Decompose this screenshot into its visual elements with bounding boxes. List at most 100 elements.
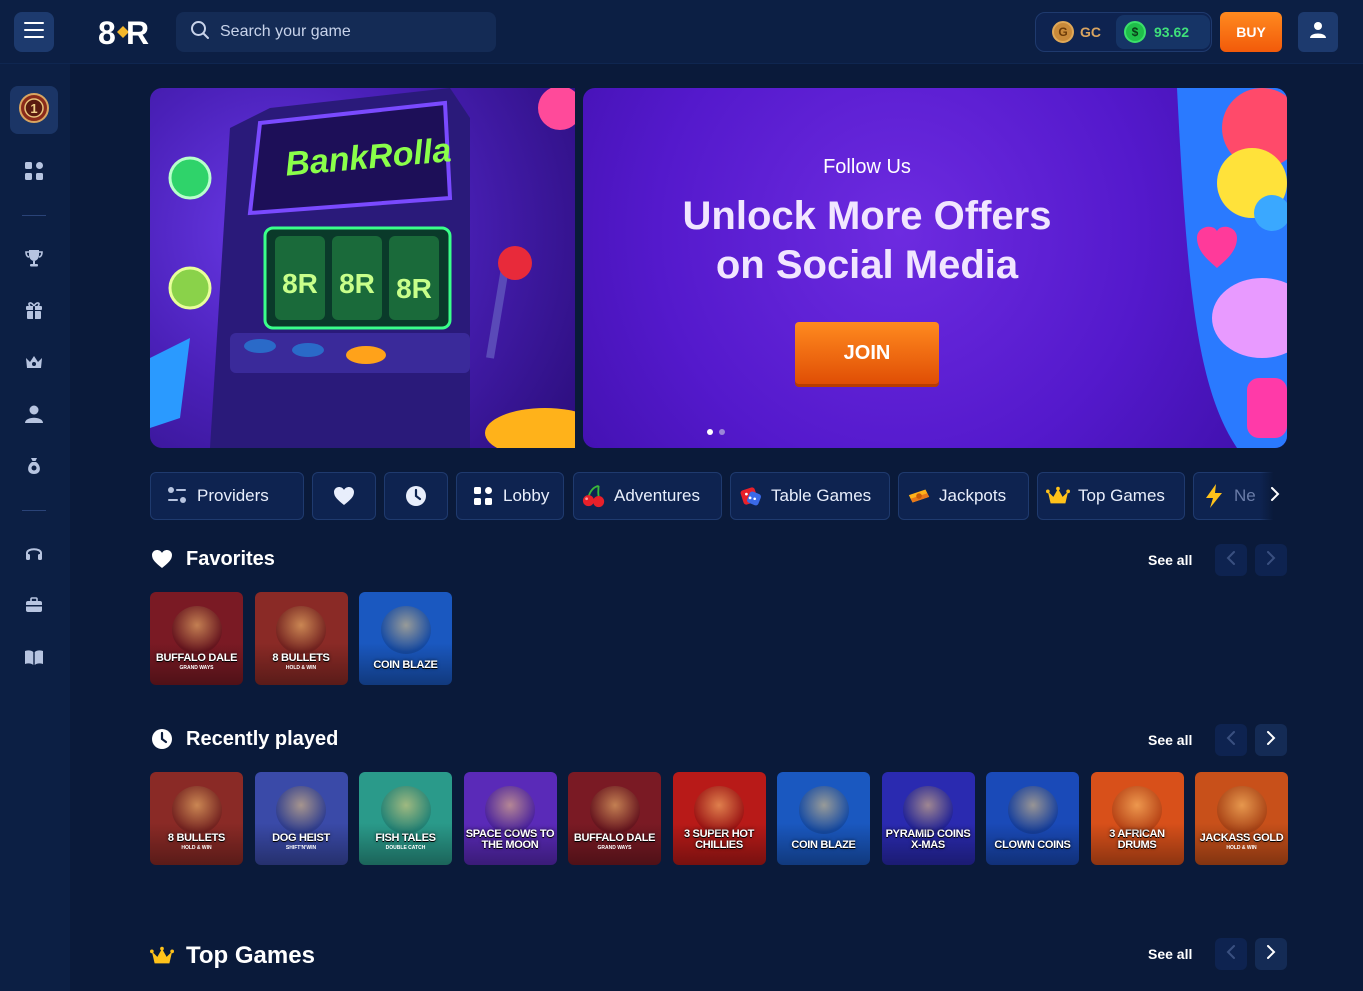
game-tile[interactable]: FISH TALES DOUBLE CATCH bbox=[359, 772, 452, 865]
game-tile[interactable]: JACKASS GOLD HOLD & WIN bbox=[1195, 772, 1288, 865]
top-games-header: Top Games bbox=[150, 942, 315, 970]
recent-header: Recently played bbox=[150, 727, 338, 751]
gold-coin-balance[interactable]: G GC bbox=[1036, 13, 1116, 51]
user-icon bbox=[24, 404, 44, 429]
sidebar-item-vip[interactable] bbox=[17, 347, 51, 381]
sidebar-item-business[interactable] bbox=[17, 590, 51, 624]
game-title: 8 BULLETS bbox=[167, 832, 226, 844]
game-tile[interactable]: 8 BULLETS HOLD & WIN bbox=[254, 592, 348, 685]
tab-label: Jackpots bbox=[939, 486, 1007, 505]
top-games-next-button[interactable] bbox=[1255, 938, 1287, 970]
top-games-prev-button[interactable] bbox=[1215, 938, 1247, 970]
game-tile[interactable]: SPACE COWS TO THE MOON bbox=[463, 772, 557, 865]
wallet-balance[interactable]: G GC $ 93.62 bbox=[1035, 12, 1212, 52]
lightning-icon bbox=[1202, 484, 1226, 508]
tab-providers[interactable]: Providers bbox=[150, 472, 304, 520]
follow-us-label: Follow Us bbox=[823, 156, 911, 178]
game-title: COIN BLAZE bbox=[373, 659, 438, 671]
chevron-right-icon bbox=[1266, 550, 1276, 570]
sidebar-item-lobby[interactable] bbox=[17, 156, 51, 190]
gc-label: GC bbox=[1080, 24, 1101, 40]
sidebar-item-redeem[interactable] bbox=[17, 451, 51, 485]
sweeps-coin-icon: $ bbox=[1124, 21, 1146, 43]
grid-icon bbox=[24, 161, 44, 186]
game-tile[interactable]: DOG HEIST SHIFT'N'WIN bbox=[254, 772, 348, 865]
sidebar-item-support[interactable] bbox=[17, 538, 51, 572]
search-bar[interactable] bbox=[176, 12, 496, 52]
game-tile[interactable]: 3 SUPER HOT CHILLIES bbox=[672, 772, 766, 865]
game-title: JACKASS GOLD bbox=[1199, 832, 1284, 844]
game-subtitle: HOLD & WIN bbox=[1226, 845, 1257, 851]
recent-see-all-link[interactable]: See all bbox=[1148, 732, 1192, 748]
chevron-left-icon bbox=[1226, 944, 1236, 964]
game-subtitle: HOLD & WIN bbox=[181, 845, 212, 851]
game-art bbox=[798, 786, 849, 834]
promo-banner-social[interactable]: Follow Us Unlock More Offers on Social M… bbox=[583, 88, 1287, 448]
coin-decoration bbox=[168, 156, 212, 200]
game-art bbox=[1112, 786, 1162, 834]
game-tile[interactable]: COIN BLAZE bbox=[777, 772, 870, 865]
game-tile[interactable]: CLOWN COINS bbox=[986, 772, 1079, 865]
tab-favorites[interactable] bbox=[312, 472, 376, 520]
game-tile[interactable]: 3 AFRICAN DRUMS bbox=[1090, 772, 1184, 865]
buy-button[interactable]: BUY bbox=[1220, 12, 1282, 52]
tab-label: Adventures bbox=[614, 486, 700, 505]
gold-coin-icon: G bbox=[1052, 21, 1074, 43]
tab-jackpots[interactable]: Jackpots bbox=[898, 472, 1029, 520]
headline-line-1: Unlock More Offers bbox=[682, 194, 1052, 238]
game-tile[interactable]: PYRAMID COINS X-MAS bbox=[881, 772, 975, 865]
game-art bbox=[903, 786, 953, 834]
favorites-next-button[interactable] bbox=[1255, 544, 1287, 576]
game-tile[interactable]: COIN BLAZE bbox=[359, 592, 452, 685]
tabs-scroll-right-button[interactable] bbox=[1260, 472, 1290, 520]
game-title: BUFFALO DALE bbox=[573, 832, 656, 844]
social-media-illustration bbox=[1177, 88, 1287, 448]
game-tile[interactable]: 8 BULLETS HOLD & WIN bbox=[150, 772, 243, 865]
section-title: Top Games bbox=[186, 942, 315, 969]
tab-label: Top Games bbox=[1078, 486, 1165, 505]
game-tile[interactable]: BUFFALO DALE GRAND WAYS bbox=[568, 772, 661, 865]
sidebar-item-guide[interactable] bbox=[17, 642, 51, 676]
carousel-dots bbox=[707, 429, 725, 435]
tab-top-games[interactable]: Top Games bbox=[1037, 472, 1185, 520]
vip-badge-icon: 1 bbox=[18, 92, 50, 129]
sidebar-item-profile[interactable] bbox=[17, 399, 51, 433]
sidebar-item-tournaments[interactable] bbox=[17, 243, 51, 277]
svg-text:1: 1 bbox=[30, 101, 37, 116]
game-tile[interactable]: BUFFALO DALE GRAND WAYS bbox=[150, 592, 243, 685]
carousel-dot-active[interactable] bbox=[707, 429, 713, 435]
recent-next-button[interactable] bbox=[1255, 724, 1287, 756]
menu-toggle-button[interactable] bbox=[14, 12, 54, 52]
site-logo[interactable]: 8 R bbox=[98, 14, 154, 50]
tab-table-games[interactable]: Table Games bbox=[730, 472, 890, 520]
grid-icon bbox=[471, 484, 495, 508]
sc-value: 93.62 bbox=[1154, 24, 1190, 40]
tab-label: Table Games bbox=[771, 486, 872, 505]
sidebar: 1 bbox=[0, 64, 70, 991]
tab-adventures[interactable]: Adventures bbox=[573, 472, 722, 520]
carousel-dot[interactable] bbox=[719, 429, 725, 435]
cash-icon bbox=[907, 484, 931, 508]
game-subtitle: DOUBLE CATCH bbox=[385, 845, 426, 851]
favorites-see-all-link[interactable]: See all bbox=[1148, 552, 1192, 568]
favorites-prev-button[interactable] bbox=[1215, 544, 1247, 576]
tab-recent[interactable] bbox=[384, 472, 448, 520]
game-title: 8 BULLETS bbox=[272, 652, 330, 664]
providers-icon bbox=[165, 484, 189, 508]
sweeps-coin-balance[interactable]: $ 93.62 bbox=[1116, 15, 1210, 49]
money-bag-icon bbox=[24, 456, 44, 481]
crown-icon bbox=[1046, 484, 1070, 508]
svg-text:8R: 8R bbox=[396, 273, 432, 304]
account-button[interactable] bbox=[1298, 12, 1338, 52]
search-input[interactable] bbox=[220, 23, 490, 41]
join-button[interactable]: JOIN bbox=[795, 322, 939, 384]
game-art bbox=[171, 606, 222, 654]
vip-level-button[interactable]: 1 bbox=[10, 86, 58, 134]
sidebar-item-promotions[interactable] bbox=[17, 295, 51, 329]
promo-banner-bankrolla[interactable]: BankRolla 8R 8R 8R bbox=[150, 88, 575, 448]
top-games-see-all-link[interactable]: See all bbox=[1148, 946, 1192, 962]
game-title: BUFFALO DALE bbox=[155, 652, 238, 664]
recent-prev-button[interactable] bbox=[1215, 724, 1247, 756]
game-art bbox=[1216, 786, 1267, 834]
tab-lobby[interactable]: Lobby bbox=[456, 472, 564, 520]
